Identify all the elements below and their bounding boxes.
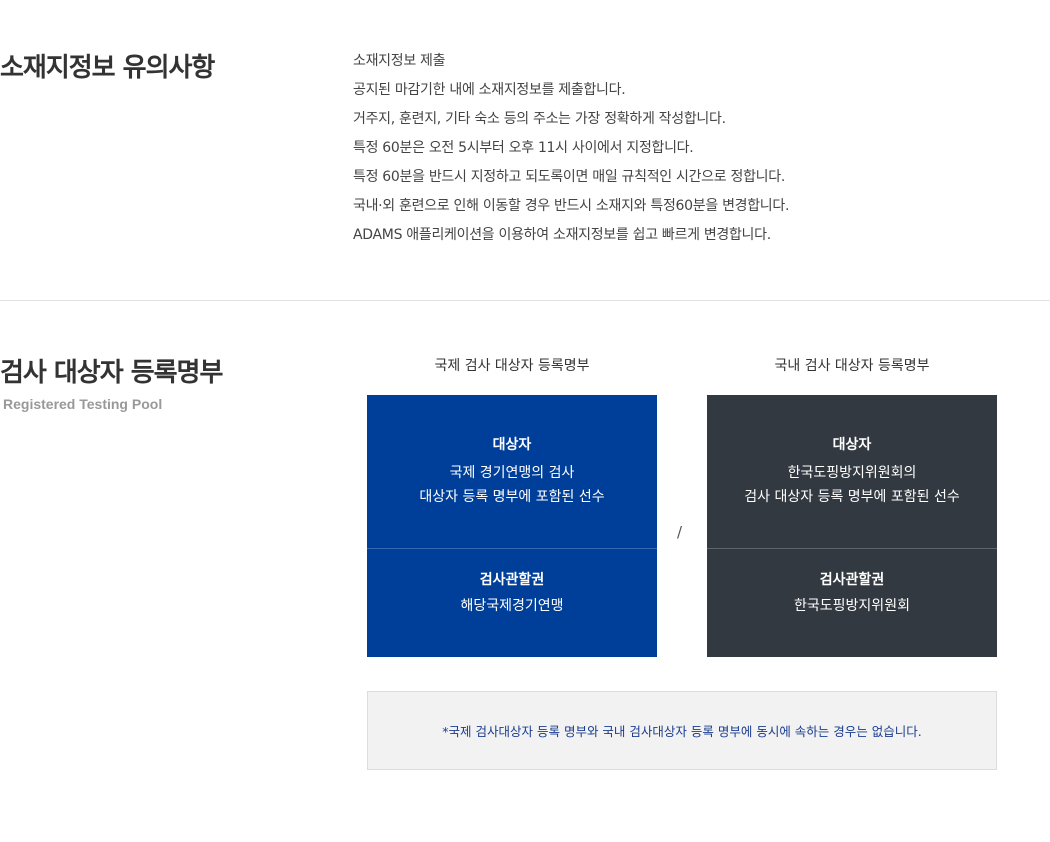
target-label: 대상자 — [832, 437, 872, 453]
rtp-section-title: 검사 대상자 등록명부 — [0, 358, 223, 388]
authority-label: 검사관할권 — [819, 572, 885, 588]
domestic-pool-heading: 국내 검사 대상자 등록명부 — [774, 358, 930, 374]
notice-item: 특정 60분은 오전 5시부터 오후 11시 사이에서 지정합니다. — [353, 140, 694, 156]
notice-section-title: 소재지정보 유의사항 — [0, 53, 215, 83]
domestic-pool-card: 대상자 한국도핑방지위원회의 검사 대상자 등록 명부에 포함된 선수 검사관할… — [707, 395, 997, 657]
notice-item: 특정 60분을 반드시 지정하고 되도록이면 매일 규칙적인 시간으로 정합니다… — [353, 169, 785, 185]
international-pool-heading: 국제 검사 대상자 등록명부 — [434, 358, 590, 374]
dual-registration-note: *국제 검사대상자 등록 명부와 국내 검사대상자 등록 명부에 동시에 속하는… — [367, 691, 997, 770]
rtp-section-subtitle: Registered Testing Pool — [3, 396, 163, 412]
notice-list: 소재지정보 제출 공지된 마감기한 내에 소재지정보를 제출합니다. 거주지, … — [353, 47, 789, 250]
pool-separator: / — [677, 523, 683, 541]
international-authority-block: 검사관할권 해당국제경기연맹 — [367, 549, 657, 657]
authority-label: 검사관할권 — [479, 572, 545, 588]
domestic-authority-block: 검사관할권 한국도핑방지위원회 — [707, 549, 997, 657]
target-description: 검사 대상자 등록 명부에 포함된 선수 — [744, 489, 960, 505]
notice-item: ADAMS 애플리케이션을 이용하여 소재지정보를 쉽고 빠르게 변경합니다. — [353, 227, 771, 243]
international-target-block: 대상자 국제 경기연맹의 검사 대상자 등록 명부에 포함된 선수 — [367, 395, 657, 549]
notice-item: 공지된 마감기한 내에 소재지정보를 제출합니다. — [353, 82, 626, 98]
international-pool-card: 대상자 국제 경기연맹의 검사 대상자 등록 명부에 포함된 선수 검사관할권 … — [367, 395, 657, 657]
notice-item: 거주지, 훈련지, 기타 숙소 등의 주소는 가장 정확하게 작성합니다. — [353, 111, 726, 127]
target-description: 국제 경기연맹의 검사 — [449, 465, 575, 481]
authority-value: 해당국제경기연맹 — [460, 598, 564, 614]
target-description: 대상자 등록 명부에 포함된 선수 — [419, 489, 605, 505]
target-label: 대상자 — [492, 437, 532, 453]
domestic-target-block: 대상자 한국도핑방지위원회의 검사 대상자 등록 명부에 포함된 선수 — [707, 395, 997, 549]
target-description: 한국도핑방지위원회의 — [787, 465, 917, 481]
section-divider — [0, 300, 1050, 301]
authority-value: 한국도핑방지위원회 — [794, 598, 910, 614]
notice-item: 국내·외 훈련으로 인해 이동할 경우 반드시 소재지와 특정60분을 변경합니… — [353, 198, 790, 214]
notice-item: 소재지정보 제출 — [353, 53, 446, 69]
